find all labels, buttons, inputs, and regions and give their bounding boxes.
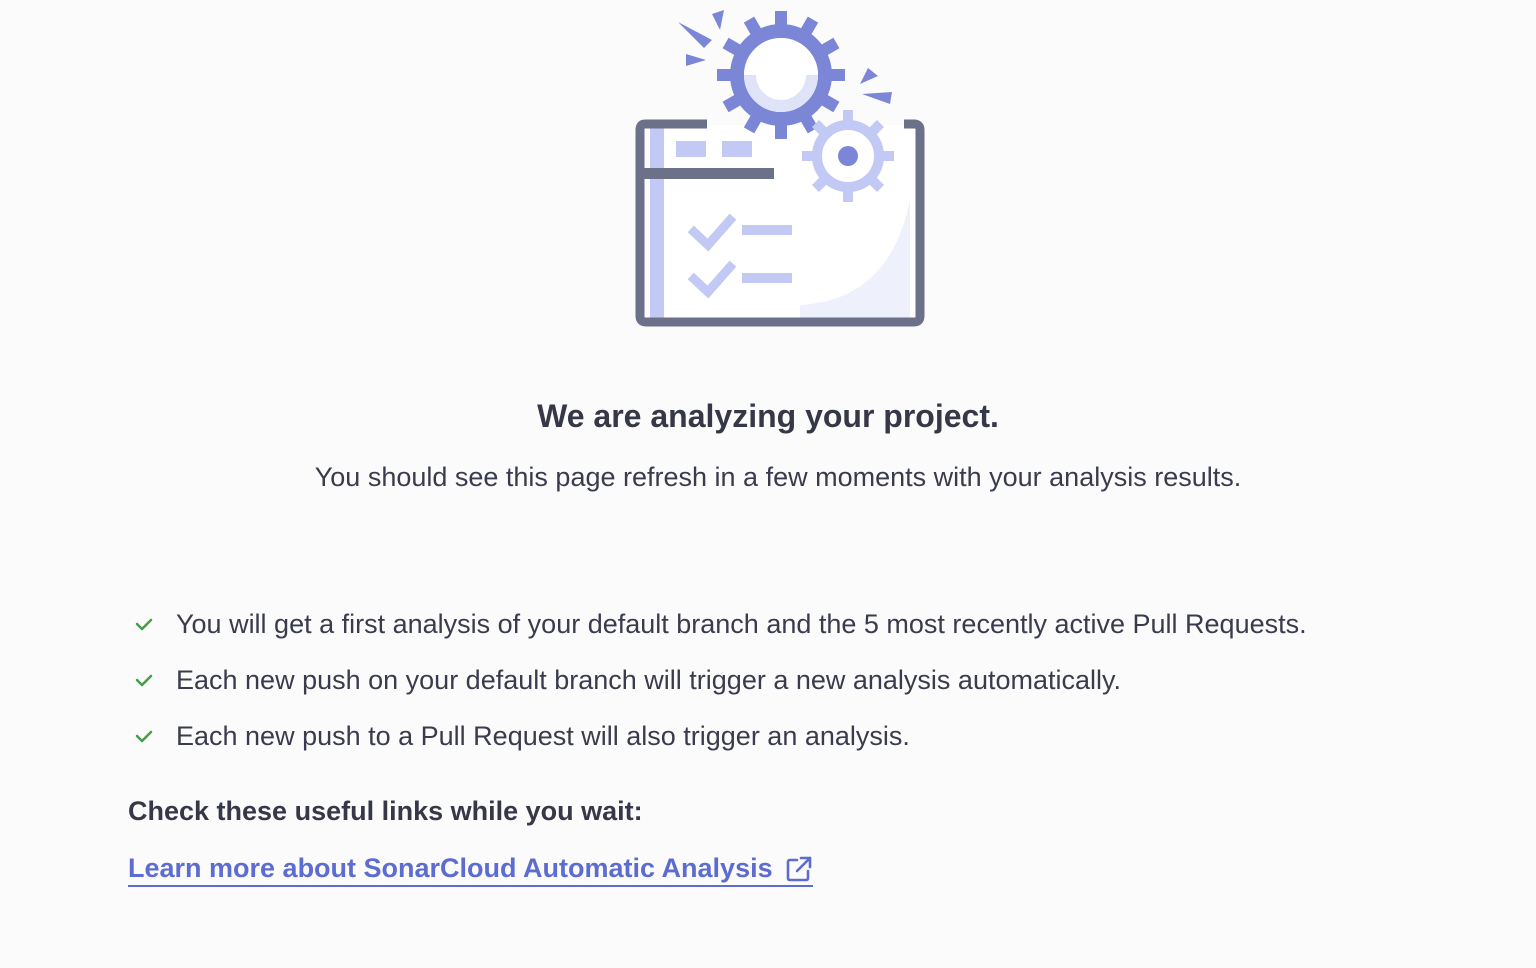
list-item: You will get a first analysis of your de… [130,596,1307,652]
large-gear-illustration [717,11,845,139]
external-link-icon [786,856,811,881]
check-icon [135,674,153,687]
learn-more-link[interactable]: Learn more about SonarCloud Automatic An… [128,853,813,887]
small-gear-illustration [802,110,894,202]
page-title: We are analyzing your project. [537,398,999,434]
feature-text: You will get a first analysis of your de… [176,608,1307,639]
feature-text: Each new push on your default branch wil… [176,664,1121,695]
page-subtitle: You should see this page refresh in a fe… [314,462,1242,492]
list-item: Each new push on your default branch wil… [130,652,1307,708]
check-icon [135,618,153,631]
learn-more-link-label: Learn more about SonarCloud Automatic An… [128,853,773,883]
list-item: Each new push to a Pull Request will als… [130,708,1307,764]
useful-links-heading: Check these useful links while you wait: [128,796,643,826]
feature-list: You will get a first analysis of your de… [130,596,1307,764]
feature-text: Each new push to a Pull Request will als… [176,720,910,751]
check-icon [135,730,153,743]
analysis-page: We are analyzing your project. You shoul… [0,0,1536,968]
analysis-illustration [635,10,925,327]
